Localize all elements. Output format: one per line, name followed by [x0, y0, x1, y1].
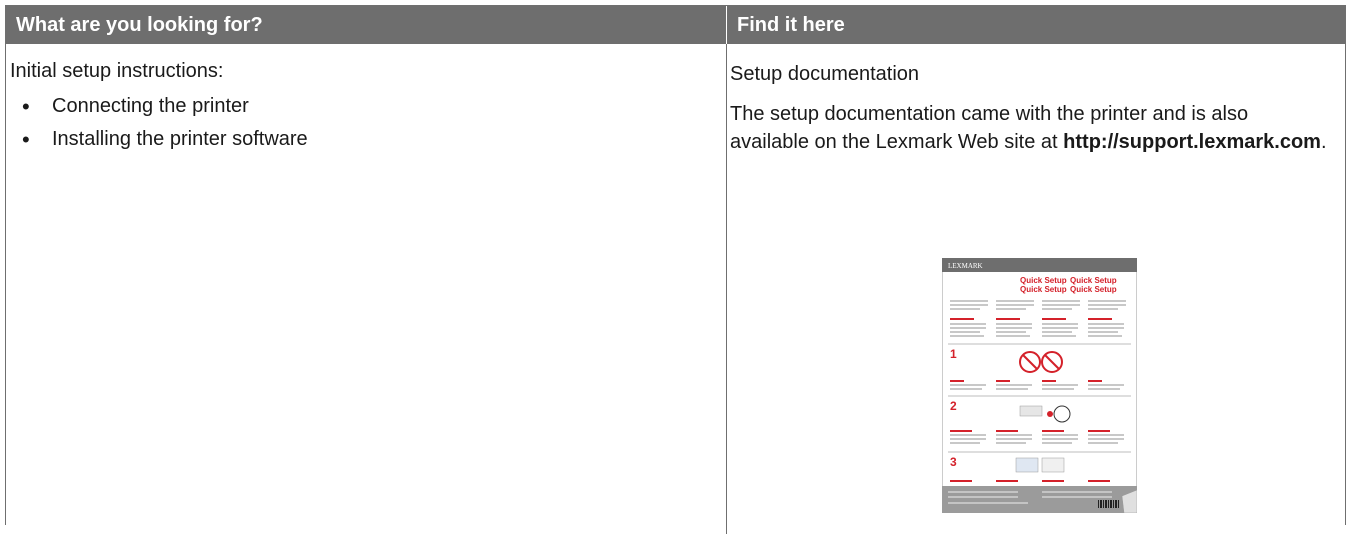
setup-documentation-title: Setup documentation [730, 63, 920, 85]
setup-bullet-list: Connecting the printer Installing the pr… [10, 94, 710, 153]
right-column: Setup documentation The setup documentat… [730, 46, 1330, 156]
thumb-step: 1 [950, 347, 957, 361]
table-header: What are you looking for? Find it here [6, 6, 1345, 44]
left-column: Initial setup instructions: Connecting t… [10, 46, 710, 161]
bullet-item: Connecting the printer [10, 94, 710, 120]
thumb-heading: Quick Setup [1070, 276, 1117, 285]
header-what-looking-for: What are you looking for? [16, 14, 263, 36]
body-period: . [1320, 131, 1327, 153]
thumb-heading: Quick Setup [1020, 276, 1067, 285]
thumb-heading: Quick Setup [1070, 285, 1117, 294]
column-divider [726, 44, 727, 534]
header-find-it-here: Find it here [726, 6, 1345, 44]
setup-intro: Initial setup instructions: [10, 60, 224, 82]
thumb-heading: Quick Setup [1020, 285, 1067, 294]
setup-documentation-body: The setup documentation came with the pr… [730, 100, 1330, 156]
quick-setup-thumbnail: LEXMARK Quick Setup Quick Setup Quick Se… [942, 258, 1137, 513]
bullet-item: Installing the printer software [10, 127, 710, 153]
thumb-brand: LEXMARK [948, 262, 983, 270]
thumb-step: 2 [950, 399, 957, 413]
thumb-step: 3 [950, 455, 957, 469]
support-link[interactable]: http://support.lexmark.com [1063, 131, 1321, 153]
